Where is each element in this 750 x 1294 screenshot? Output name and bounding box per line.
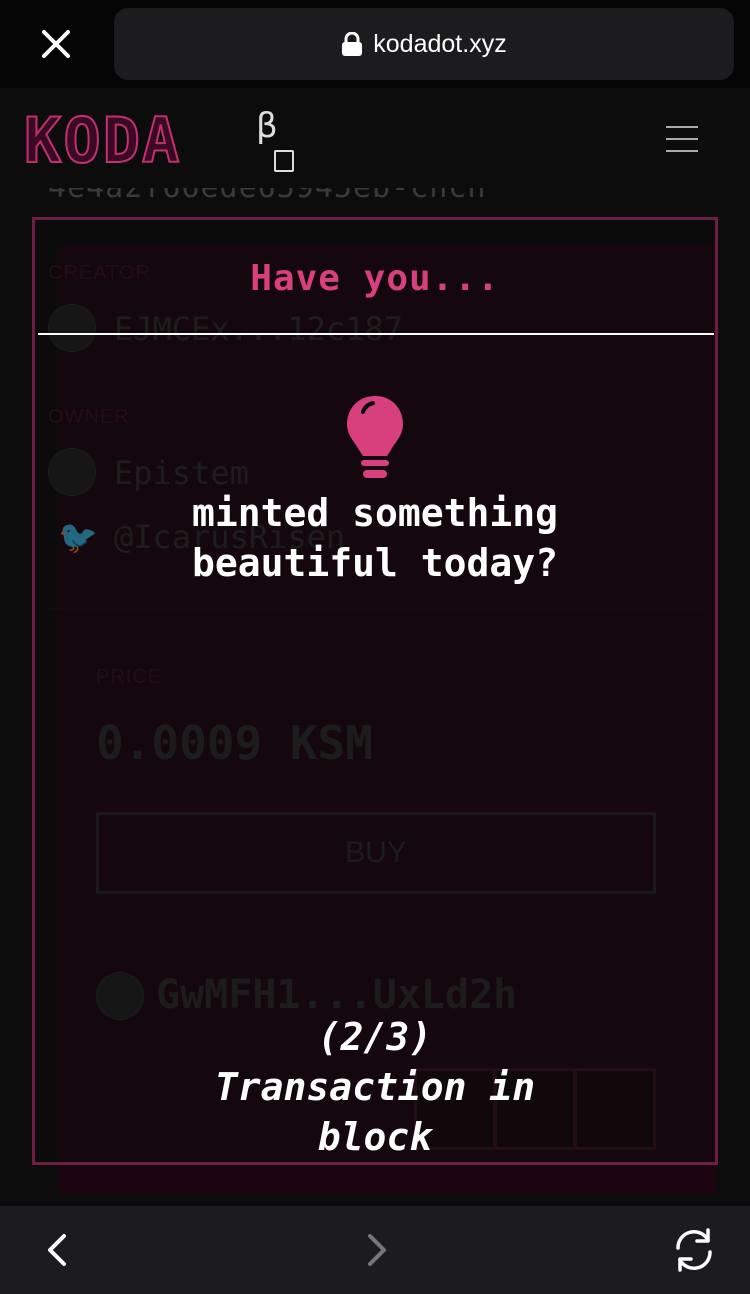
reload-icon[interactable] [670, 1226, 718, 1274]
status-step: (2/3) [317, 1015, 433, 1059]
minting-progress-modal: Have you... minted something beautiful t… [32, 217, 718, 1165]
modal-title: Have you... [250, 258, 500, 299]
status-text-line2: block [317, 1115, 433, 1159]
url-text: kodadot.xyz [373, 29, 507, 58]
browser-top-bar: kodadot.xyz [0, 0, 750, 88]
logo-beta: β [256, 106, 278, 146]
lock-icon [341, 31, 363, 56]
lightbulb-icon [345, 394, 405, 480]
address-bar[interactable]: kodadot.xyz [114, 8, 734, 80]
logo-text: KODA [23, 103, 182, 178]
transaction-status: (2/3) Transaction in block [175, 1012, 575, 1162]
site-header: KODA β [0, 88, 750, 188]
close-icon[interactable] [38, 26, 74, 62]
hamburger-menu-icon[interactable] [666, 126, 698, 152]
chevron-left-icon[interactable] [44, 1232, 72, 1268]
kodadot-logo[interactable]: KODA β [23, 103, 294, 178]
status-text-line1: Transaction in [214, 1065, 536, 1109]
browser-bottom-bar [0, 1206, 750, 1294]
chevron-right-icon[interactable] [362, 1232, 390, 1268]
modal-divider [38, 333, 714, 335]
modal-message: minted something beautiful today? [191, 491, 559, 585]
logo-dot [274, 150, 294, 172]
